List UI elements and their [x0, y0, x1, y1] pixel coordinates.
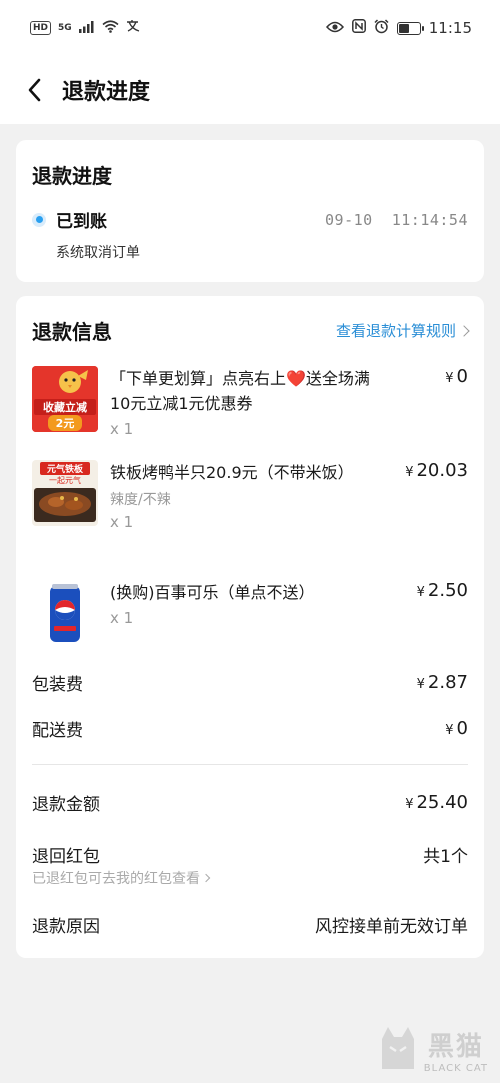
dish-thumb-slogan: 一起元气: [49, 476, 81, 485]
item-qty: x 1: [110, 513, 134, 531]
status-right: 11:15: [325, 18, 472, 38]
red-packet-row: 退回红包 共1个: [32, 842, 468, 867]
packing-fee-row: 包装费 ¥2.87: [32, 670, 468, 695]
red-packet-hint-link[interactable]: 已退红包可去我的红包查看: [32, 868, 211, 888]
wifi-icon: [102, 19, 119, 37]
item-price: ¥20.03: [405, 460, 468, 481]
watermark-small: BLACK CAT: [423, 1063, 488, 1074]
signal-icon: [78, 19, 95, 37]
chevron-right-icon: [458, 324, 470, 337]
item-body: 「下单更划算」点亮右上❤️送全场满10元立减1元优惠券 x 1: [110, 366, 468, 438]
status-description: 系统取消订单: [56, 245, 140, 261]
item-price-value: 0: [456, 366, 468, 387]
delivery-fee-amount: 0: [456, 718, 468, 739]
refund-rule-label: 查看退款计算规则: [335, 322, 456, 340]
cat-logo-icon: [378, 1025, 418, 1075]
refund-amount-label: 退款金额: [32, 795, 100, 815]
currency-symbol: ¥: [445, 723, 454, 738]
progress-status-row: 已到账 09-10 11:14:54: [32, 207, 468, 232]
status-text: 已到账: [56, 212, 107, 232]
item-name: (换购)百事可乐（单点不送）: [110, 583, 315, 602]
refund-reason-label: 退款原因: [32, 917, 100, 937]
refund-amount-row: 退款金额 ¥25.40: [32, 790, 468, 815]
battery-icon: [396, 21, 424, 35]
page-title: 退款进度: [62, 80, 151, 105]
list-item: 收藏立减 2元 「下单更划算」点亮右上❤️送全场满10元立减1元优惠券 x 1 …: [32, 366, 468, 438]
item-price-value: 2.50: [427, 580, 468, 601]
watermark-logo: 黑猫 BLACK CAT: [378, 1025, 488, 1075]
refund-progress-card: 退款进度 已到账 09-10 11:14:54 系统取消订单: [16, 140, 484, 282]
delivery-fee-value: ¥0: [445, 718, 468, 739]
packing-fee-value: ¥2.87: [417, 672, 468, 693]
pepsi-thumbnail: [32, 580, 98, 646]
list-item: 元气铁板 一起元气 铁板烤鸭半只20.9元（不带米饭） 辣度/不辣 x 1 ¥2…: [32, 460, 468, 531]
status-left: HD 5G: [30, 19, 142, 37]
pepsi-can-icon: [32, 580, 98, 646]
currency-symbol: ¥: [445, 371, 454, 386]
refund-reason-row: 退款原因 风控接单前无效订单: [32, 912, 468, 937]
status-dot-icon: [32, 212, 46, 227]
item-price: ¥0: [445, 366, 468, 387]
network-type: 5G: [58, 23, 72, 33]
back-icon[interactable]: [20, 76, 48, 104]
coupon-thumb-text: 收藏立减: [34, 399, 96, 415]
nav-bar: 退款进度: [0, 56, 500, 124]
alarm-icon: [374, 18, 389, 38]
item-qty: x 1: [110, 420, 134, 438]
divider: [32, 764, 468, 765]
refund-info-card: 退款信息 查看退款计算规则 收藏立减 2元 「下单更划算」点亮右上❤️送全场满1…: [16, 296, 484, 958]
refund-amount-value: ¥25.40: [405, 792, 468, 813]
watermark-big: 黑猫: [427, 1032, 484, 1062]
status-bar: HD 5G 11:15: [0, 0, 500, 56]
item-qty: x 1: [110, 609, 134, 627]
coupon-thumb-amount: 2元: [48, 415, 82, 431]
red-packet-hint: 已退红包可去我的红包查看: [32, 871, 200, 887]
duck-dish-thumbnail: 元气铁板 一起元气: [32, 460, 98, 526]
translate-icon: [126, 19, 142, 37]
delivery-fee-row: 配送费 ¥0: [32, 716, 468, 741]
currency-symbol: ¥: [416, 585, 425, 600]
info-header: 退款信息 查看退款计算规则: [32, 316, 470, 345]
refund-amount: 25.40: [416, 792, 468, 813]
packing-fee-label: 包装费: [32, 675, 83, 695]
progress-title: 退款进度: [32, 164, 112, 188]
item-price: ¥2.50: [417, 580, 468, 601]
item-price-value: 20.03: [416, 460, 468, 481]
item-name: 铁板烤鸭半只20.9元（不带米饭）: [110, 463, 354, 482]
dish-thumb-brand: 元气铁板: [40, 462, 90, 475]
item-name: 「下单更划算」点亮右上❤️送全场满10元立减1元优惠券: [110, 369, 370, 413]
eye-icon: [325, 19, 344, 37]
currency-symbol: ¥: [405, 797, 414, 812]
info-title: 退款信息: [32, 320, 112, 344]
list-item: (换购)百事可乐（单点不送） x 1 ¥2.50: [32, 580, 468, 646]
status-dot-inner: [35, 216, 43, 223]
item-body: (换购)百事可乐（单点不送） x 1: [110, 580, 468, 646]
nfc-icon: [351, 19, 366, 37]
clock-time: 11:15: [428, 19, 472, 37]
watermark-text: 黑猫 BLACK CAT: [424, 1026, 488, 1074]
item-spec: 辣度/不辣: [110, 492, 171, 508]
packing-fee-amount: 2.87: [427, 672, 468, 693]
red-packet-count: 共1个: [423, 847, 468, 867]
progress-status: 已到账: [32, 207, 107, 232]
refund-rule-link[interactable]: 查看退款计算规则: [335, 320, 470, 341]
delivery-fee-label: 配送费: [32, 721, 83, 741]
status-time: 09-10 11:14:54: [325, 210, 468, 229]
coupon-thumbnail: 收藏立减 2元: [32, 366, 98, 432]
currency-symbol: ¥: [405, 465, 414, 480]
battery-level: [398, 23, 409, 33]
currency-symbol: ¥: [416, 677, 425, 692]
chevron-right-icon: [201, 873, 211, 883]
hd-badge: HD: [30, 21, 52, 35]
refund-reason: 风控接单前无效订单: [315, 917, 468, 937]
red-packet-label: 退回红包: [32, 847, 100, 867]
